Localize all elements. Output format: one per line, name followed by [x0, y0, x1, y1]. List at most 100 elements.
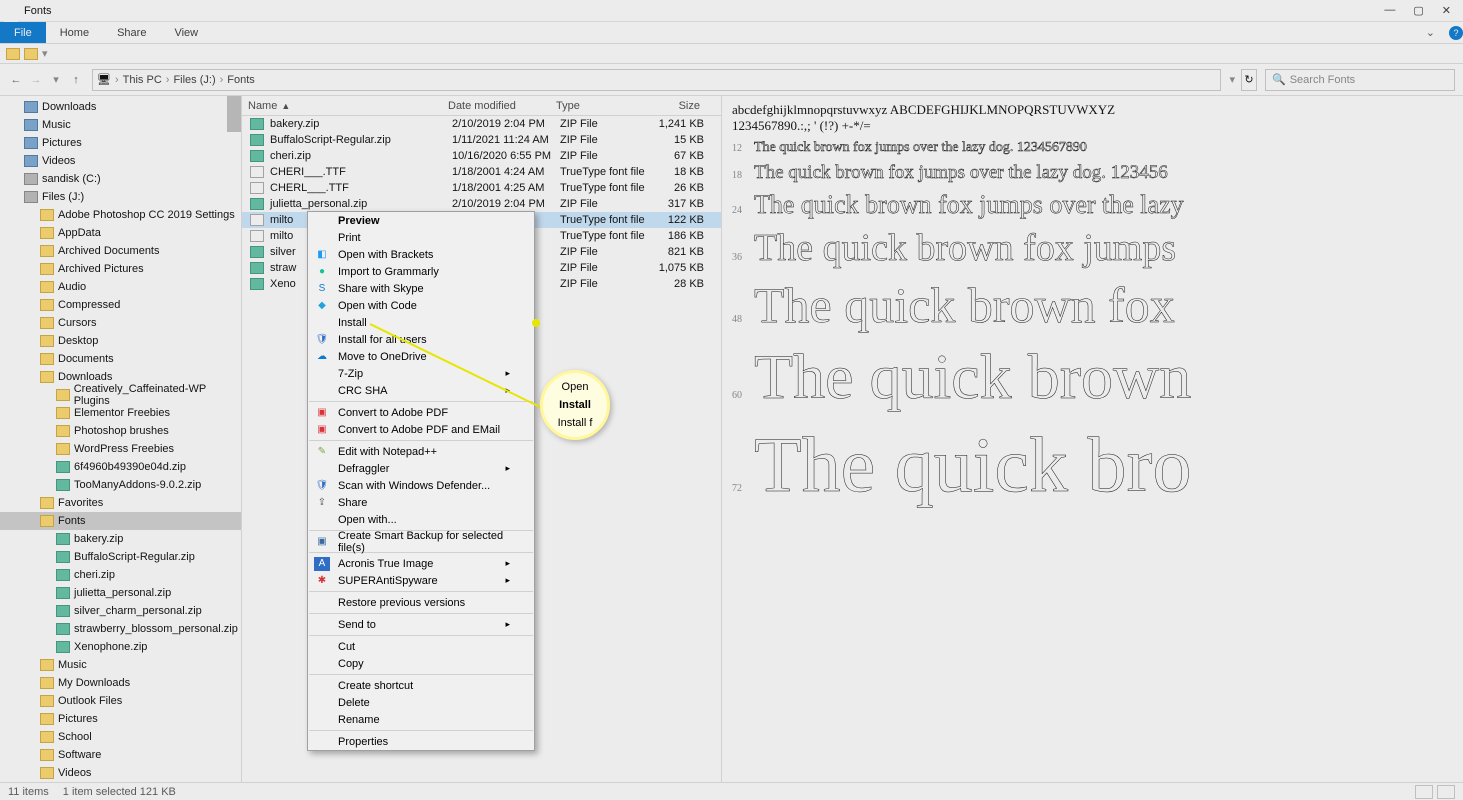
- menu-install-all[interactable]: 🛡Install for all users: [308, 331, 534, 348]
- menu-smart-backup[interactable]: ▣Create Smart Backup for selected file(s…: [308, 533, 534, 550]
- sidebar-item[interactable]: Creatively_Caffeinated-WP Plugins: [0, 386, 241, 404]
- crumb-this-pc[interactable]: This PC: [123, 74, 162, 86]
- tab-file[interactable]: File: [0, 22, 46, 43]
- sidebar-item[interactable]: Documents: [0, 350, 241, 368]
- col-type[interactable]: Type: [550, 100, 646, 112]
- folder-icon[interactable]: [24, 48, 38, 60]
- tab-home[interactable]: Home: [46, 22, 103, 43]
- file-row[interactable]: CHERI___.TTF1/18/2001 4:24 AMTrueType fo…: [242, 164, 721, 180]
- sidebar-item[interactable]: Photoshop brushes: [0, 422, 241, 440]
- breadcrumb-dropdown-icon[interactable]: ▾: [1229, 73, 1235, 86]
- menu-print[interactable]: Print: [308, 229, 534, 246]
- menu-crc[interactable]: CRC SHA▸: [308, 382, 534, 399]
- col-size[interactable]: Size: [646, 100, 706, 112]
- breadcrumb[interactable]: 🖥 › This PC › Files (J:) › Fonts: [92, 69, 1221, 91]
- sidebar-item[interactable]: Music: [0, 656, 241, 674]
- sidebar-item[interactable]: Audio: [0, 278, 241, 296]
- sidebar-item[interactable]: julietta_personal.zip: [0, 584, 241, 602]
- folder-icon[interactable]: [6, 48, 20, 60]
- menu-open-code[interactable]: ◆Open with Code: [308, 297, 534, 314]
- file-row[interactable]: CHERL___.TTF1/18/2001 4:25 AMTrueType fo…: [242, 180, 721, 196]
- refresh-button[interactable]: ↻: [1241, 69, 1257, 91]
- crumb-files-j[interactable]: Files (J:): [173, 74, 215, 86]
- sidebar-item[interactable]: cheri.zip: [0, 566, 241, 584]
- menu-acronis[interactable]: AAcronis True Image▸: [308, 555, 534, 572]
- menu-convert-pdf-email[interactable]: ▣Convert to Adobe PDF and EMail: [308, 421, 534, 438]
- menu-rename[interactable]: Rename: [308, 711, 534, 728]
- menu-share-skype[interactable]: SShare with Skype: [308, 280, 534, 297]
- sidebar-item[interactable]: Pictures: [0, 134, 241, 152]
- menu-create-shortcut[interactable]: Create shortcut: [308, 677, 534, 694]
- sidebar-item[interactable]: Xenophone.zip: [0, 638, 241, 656]
- sidebar-item[interactable]: Videos: [0, 152, 241, 170]
- sidebar-item[interactable]: strawberry_blossom_personal.zip: [0, 620, 241, 638]
- file-row[interactable]: julietta_personal.zip2/10/2019 2:04 PMZI…: [242, 196, 721, 212]
- sidebar-item[interactable]: Pictures: [0, 710, 241, 728]
- menu-open-with[interactable]: Open with...: [308, 511, 534, 528]
- sidebar-item[interactable]: Archived Pictures: [0, 260, 241, 278]
- menu-restore[interactable]: Restore previous versions: [308, 594, 534, 611]
- close-button[interactable]: ✕: [1442, 4, 1451, 17]
- menu-preview[interactable]: Preview: [308, 212, 534, 229]
- back-button[interactable]: ←: [8, 74, 24, 86]
- file-row[interactable]: bakery.zip2/10/2019 2:04 PMZIP File1,241…: [242, 116, 721, 132]
- sidebar-item[interactable]: Desktop: [0, 332, 241, 350]
- large-icons-view-icon[interactable]: [1437, 785, 1455, 799]
- menu-edit-npp[interactable]: ✎Edit with Notepad++: [308, 443, 534, 460]
- sidebar-item[interactable]: 6f4960b49390e04d.zip: [0, 458, 241, 476]
- sidebar-item[interactable]: bakery.zip: [0, 530, 241, 548]
- menu-install[interactable]: Install: [308, 314, 534, 331]
- details-view-icon[interactable]: [1415, 785, 1433, 799]
- menu-defraggler[interactable]: Defraggler▸: [308, 460, 534, 477]
- maximize-button[interactable]: ▢: [1413, 4, 1423, 17]
- menu-share[interactable]: ⇪Share: [308, 494, 534, 511]
- sidebar-item[interactable]: sandisk (C:): [0, 170, 241, 188]
- file-row[interactable]: cheri.zip10/16/2020 6:55 PMZIP File67 KB: [242, 148, 721, 164]
- sidebar-item[interactable]: My Downloads: [0, 674, 241, 692]
- menu-properties[interactable]: Properties: [308, 733, 534, 750]
- ribbon-chevron-icon[interactable]: ⌄: [1426, 26, 1443, 39]
- menu-onedrive[interactable]: ☁Move to OneDrive: [308, 348, 534, 365]
- minimize-button[interactable]: —: [1384, 4, 1395, 17]
- menu-convert-pdf[interactable]: ▣Convert to Adobe PDF: [308, 404, 534, 421]
- scrollbar-thumb[interactable]: [227, 96, 241, 132]
- sidebar-item[interactable]: School: [0, 728, 241, 746]
- sidebar-item[interactable]: Outlook Files: [0, 692, 241, 710]
- menu-cut[interactable]: Cut: [308, 638, 534, 655]
- tab-share[interactable]: Share: [103, 22, 160, 43]
- sidebar-item[interactable]: TooManyAddons-9.0.2.zip: [0, 476, 241, 494]
- sidebar-item[interactable]: Archived Documents: [0, 242, 241, 260]
- sidebar-item[interactable]: BuffaloScript-Regular.zip: [0, 548, 241, 566]
- sidebar-item[interactable]: Music: [0, 116, 241, 134]
- col-date[interactable]: Date modified: [442, 100, 550, 112]
- menu-scan-defender[interactable]: 🛡Scan with Windows Defender...: [308, 477, 534, 494]
- col-name[interactable]: Name ▲: [242, 100, 442, 112]
- menu-7zip[interactable]: 7-Zip▸: [308, 365, 534, 382]
- sidebar-item[interactable]: Downloads: [0, 98, 241, 116]
- sidebar-item[interactable]: AppData: [0, 224, 241, 242]
- recent-chevron-icon[interactable]: ▾: [48, 73, 64, 86]
- qat-chevron-icon[interactable]: ▾: [42, 47, 48, 60]
- crumb-fonts[interactable]: Fonts: [227, 74, 255, 86]
- tab-view[interactable]: View: [160, 22, 212, 43]
- search-input[interactable]: 🔍 Search Fonts: [1265, 69, 1455, 91]
- forward-button[interactable]: →: [28, 74, 44, 86]
- file-row[interactable]: BuffaloScript-Regular.zip1/11/2021 11:24…: [242, 132, 721, 148]
- menu-import-grammarly[interactable]: ●Import to Grammarly: [308, 263, 534, 280]
- menu-send-to[interactable]: Send to▸: [308, 616, 534, 633]
- sidebar-item[interactable]: Adobe Photoshop CC 2019 Settings: [0, 206, 241, 224]
- help-icon[interactable]: ?: [1449, 26, 1463, 40]
- menu-open-brackets[interactable]: ◧Open with Brackets: [308, 246, 534, 263]
- sidebar-item[interactable]: Cursors: [0, 314, 241, 332]
- sidebar-item[interactable]: WordPress Freebies: [0, 440, 241, 458]
- sidebar-item[interactable]: Software: [0, 746, 241, 764]
- sidebar-item[interactable]: Compressed: [0, 296, 241, 314]
- menu-superanti[interactable]: ✱SUPERAntiSpyware▸: [308, 572, 534, 589]
- sidebar-item[interactable]: Favorites: [0, 494, 241, 512]
- menu-copy[interactable]: Copy: [308, 655, 534, 672]
- sidebar-item[interactable]: Files (J:): [0, 188, 241, 206]
- sidebar-item[interactable]: silver_charm_personal.zip: [0, 602, 241, 620]
- sidebar-item[interactable]: Fonts: [0, 512, 241, 530]
- sidebar-item[interactable]: Videos: [0, 764, 241, 782]
- up-button[interactable]: ↑: [68, 74, 84, 86]
